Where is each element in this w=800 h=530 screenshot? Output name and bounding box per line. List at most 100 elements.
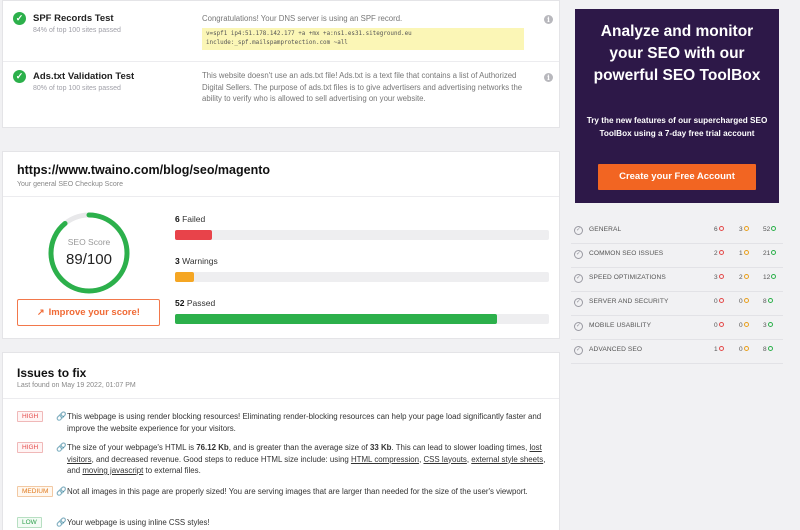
severity-badge: LOW: [17, 517, 42, 528]
warning-count: 0: [739, 345, 749, 353]
passed-dot-icon: [771, 225, 777, 231]
failed-label: 6 Failed: [175, 214, 205, 224]
test-name: SPF Records Test: [33, 13, 114, 24]
category-row-general[interactable]: ✓ GENERAL 6 3 52: [571, 220, 783, 244]
seo-toolbox-promo: Analyze and monitor your SEO with our po…: [575, 9, 779, 203]
css-layouts-link[interactable]: CSS layouts: [423, 455, 466, 464]
failed-dot-icon: [718, 345, 724, 351]
warnings-label: 3 Warnings: [175, 256, 218, 266]
issue-text-part: The size of your webpage's HTML is: [67, 443, 197, 452]
passed-dot-icon: [771, 249, 777, 255]
ads-txt-test-row: ✓ Ads.txt Validation Test 80% of top 100…: [3, 61, 559, 129]
issue-text-part: , and is greater than the average size o…: [228, 443, 370, 452]
tests-panel: ✓ SPF Records Test 84% of top 100 sites …: [2, 0, 560, 128]
external-style-sheets-link[interactable]: external style sheets: [471, 455, 543, 464]
failed-count: 3: [714, 273, 724, 281]
issue-text-part: . This can lead to slower loading times,: [391, 443, 530, 452]
passed-dot-icon: [767, 345, 773, 351]
passed-bar-fill: [175, 314, 497, 324]
html-size-value: 76.12 Kb: [196, 443, 229, 452]
category-name: GENERAL: [589, 226, 622, 233]
check-icon: ✓: [13, 70, 26, 83]
warnings-bar: [175, 272, 549, 282]
score-subtitle: Your general SEO Checkup Score: [17, 181, 123, 188]
warning-count: 3: [739, 225, 749, 233]
failed-count-value: 6: [714, 226, 718, 233]
failed-count: 1: [714, 345, 724, 353]
passed-count-value: 52: [763, 226, 771, 233]
test-name: Ads.txt Validation Test: [33, 71, 135, 82]
category-name: SERVER AND SECURITY: [589, 298, 669, 305]
passed-count-value: 21: [763, 250, 771, 257]
check-circle-icon: ✓: [574, 346, 583, 355]
failed-count-value: 3: [714, 274, 718, 281]
failed-count-value: 2: [714, 250, 718, 257]
info-icon[interactable]: i: [544, 15, 553, 24]
warnings-count: 3: [175, 256, 180, 266]
failed-count: 6: [175, 214, 180, 224]
test-pass-rate: 80% of top 100 sites passed: [33, 85, 121, 92]
failed-count-value: 1: [714, 346, 718, 353]
promo-text: Try the new features of our supercharged…: [586, 116, 768, 138]
category-row-advanced-seo[interactable]: ✓ ADVANCED SEO 1 0 8: [571, 340, 783, 364]
warning-count-value: 3: [739, 226, 743, 233]
warning-count-value: 0: [739, 322, 743, 329]
passed-bar: [175, 314, 549, 324]
failed-bar: [175, 230, 549, 240]
divider: [3, 398, 559, 399]
check-circle-icon: ✓: [574, 298, 583, 307]
spf-record-code: v=spf1 ip4:51.178.142.177 +a +mx +a:ns1.…: [202, 28, 524, 50]
issue-text: This webpage is using render blocking re…: [67, 412, 542, 433]
passed-dot-icon: [767, 297, 773, 303]
failed-count-value: 0: [714, 322, 718, 329]
passed-count: 12: [763, 273, 777, 281]
warnings-bar-fill: [175, 272, 194, 282]
moving-javascript-link[interactable]: moving javascript: [82, 466, 143, 475]
category-row-server-and-security[interactable]: ✓ SERVER AND SECURITY 0 0 8: [571, 292, 783, 316]
issue-text: Your webpage is using inline CSS styles!: [67, 518, 210, 527]
score-value: 89/100: [66, 251, 112, 268]
warning-count: 2: [739, 273, 749, 281]
warning-count-value: 0: [739, 346, 743, 353]
create-free-account-button[interactable]: Create your Free Account: [598, 164, 756, 190]
category-name: MOBILE USABILITY: [589, 322, 652, 329]
failed-count: 6: [714, 225, 724, 233]
category-row-common-seo-issues[interactable]: ✓ COMMON SEO ISSUES 2 1 21: [571, 244, 783, 268]
category-row-speed-optimizations[interactable]: ✓ SPEED OPTIMIZATIONS 3 2 12: [571, 268, 783, 292]
link-icon[interactable]: 🔗: [56, 411, 67, 422]
link-icon[interactable]: 🔗: [56, 486, 67, 497]
failed-bar-fill: [175, 230, 213, 240]
check-circle-icon: ✓: [574, 226, 583, 235]
issue-text-part: to external files.: [143, 466, 201, 475]
passed-count: 21: [763, 249, 777, 257]
issues-subtitle: Last found on May 19 2022, 01:07 PM: [17, 382, 136, 389]
warning-count: 0: [739, 321, 749, 329]
check-icon: ✓: [13, 12, 26, 25]
passed-label: 52 Passed: [175, 298, 215, 308]
info-icon[interactable]: i: [544, 73, 553, 82]
trend-up-icon: ↗: [37, 307, 45, 317]
category-row-mobile-usability[interactable]: ✓ MOBILE USABILITY 0 0 3: [571, 316, 783, 340]
link-icon[interactable]: 🔗: [56, 442, 67, 453]
passed-count: 52: [763, 225, 777, 233]
passed-text: Passed: [186, 298, 216, 308]
category-name: SPEED OPTIMIZATIONS: [589, 274, 666, 281]
passed-count: 52: [175, 298, 185, 308]
test-description: This website doesn't use an ads.txt file…: [202, 71, 523, 103]
link-icon[interactable]: 🔗: [56, 517, 67, 528]
html-compression-link[interactable]: HTML compression: [351, 455, 419, 464]
issue-text-part: , and decreased revenue. Good steps to r…: [91, 454, 351, 464]
passed-count-value: 8: [763, 346, 767, 353]
check-circle-icon: ✓: [574, 274, 583, 283]
warning-dot-icon: [743, 249, 749, 255]
improve-score-button[interactable]: ↗ Improve your score!: [17, 299, 160, 326]
category-name: COMMON SEO ISSUES: [589, 250, 664, 257]
average-size-value: 33 Kb: [370, 443, 392, 452]
failed-dot-icon: [718, 249, 724, 255]
passed-count: 3: [763, 321, 773, 329]
test-pass-rate: 84% of top 100 sites passed: [33, 27, 121, 34]
warning-count-value: 0: [739, 298, 743, 305]
severity-badge: HIGH: [17, 411, 44, 422]
passed-count-value: 3: [763, 322, 767, 329]
failed-text: Failed: [182, 214, 206, 224]
